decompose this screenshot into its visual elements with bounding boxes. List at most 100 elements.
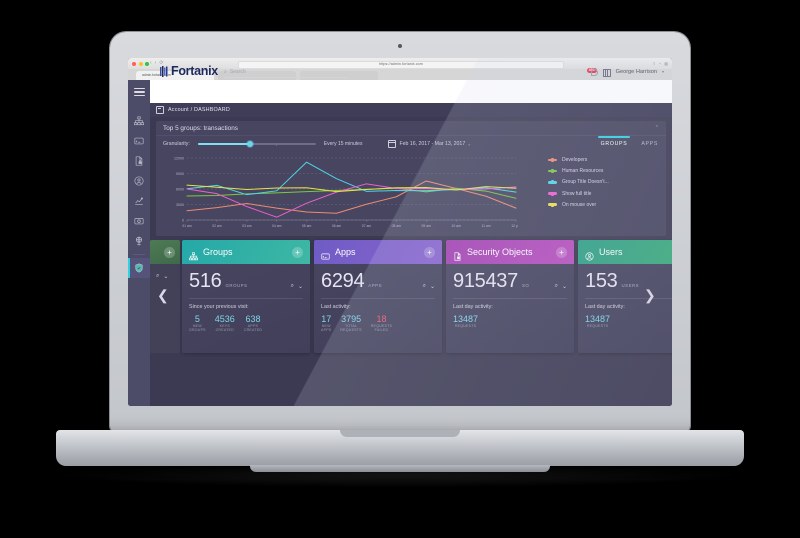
card-title: Groups [203,247,233,257]
forward-button[interactable]: › [155,61,157,66]
dashboard-card[interactable]: Apps +6294 APPS ⌕ ⌄ Last activity: 17 NEW APPS 37… [314,240,442,353]
carousel-prev-arrow[interactable]: ❮ [157,288,169,302]
svg-text:07 am: 07 am [362,224,372,228]
search-icon[interactable]: ⌕ [555,283,558,290]
card-body: 153USERS⌕⌄ Last day activity: 13487REQUEST… [578,264,672,328]
notifications-button[interactable]: 456 [586,67,598,76]
card-header: Apps + [314,240,442,264]
hamburger-icon[interactable] [134,88,145,98]
book-icon[interactable] [602,68,611,77]
chevron-down-icon[interactable]: ▾ [468,142,470,147]
svg-text:06 am: 06 am [332,224,342,228]
legend-swatch [548,180,557,184]
legend-label: Show full title [562,190,592,197]
slider-tick [275,142,277,146]
add-button[interactable]: + [292,246,303,258]
chevron-down-icon[interactable]: ⌄ [163,273,168,280]
sidebar-item-analytics[interactable] [128,191,150,211]
slider-handle[interactable] [247,141,254,147]
svg-text:05 am: 05 am [302,224,312,228]
tab-apps[interactable]: APPS [641,136,658,147]
card-count: 915437 [453,270,518,292]
card-sub-label: Last day activity: [453,304,493,310]
card-stat-label: KEYS CREATED [215,324,234,333]
panel-controls: Granularity: Every 15 minutes Feb 16, 20… [156,136,666,152]
share-icon[interactable]: ⇪ [653,61,656,66]
search-box[interactable]: ⌕ Search [224,69,348,78]
sidebar-divider [133,254,145,255]
minimize-button[interactable] [138,61,143,66]
date-range-picker[interactable]: Feb 16, 2017 - Mar 13, 2017 ▾ [388,140,470,148]
search-icon[interactable]: ⌕ [291,283,294,290]
carousel-next-arrow[interactable]: ❯ [644,288,656,302]
legend-item[interactable]: Developers [548,157,660,163]
menu-toggle[interactable] [128,80,150,103]
card-count: 6294 [321,270,365,292]
app-logo[interactable]: Fortanix [160,64,218,77]
svg-text:08 am: 08 am [392,224,402,228]
dashboard-card[interactable]: Users+ 153USERS⌕⌄ Last day activity: 13487R… [578,240,672,353]
legend-label: Group Title Doesn't... [562,179,609,186]
sidebar-item-plugins[interactable] [128,211,150,231]
address-bar[interactable]: https://admin.fortanix.com [238,60,564,69]
granularity-slider[interactable] [197,139,316,149]
legend-item[interactable]: Group Title Doesn't... [548,179,660,185]
card-body: 6294 APPS ⌕ ⌄ Last activity: 17 NEW APPS 3795 TOT… [314,264,442,333]
sidebar-item-security[interactable] [128,258,150,278]
search-icon[interactable]: ⌕ [156,273,159,280]
laptop-lid: ‹ › ⟳ https://admin.fortanix.com ⇪ + ▦ a… [110,32,690,432]
granularity-value: Every 15 minutes [323,141,363,147]
back-button[interactable]: ‹ [150,61,152,66]
add-button[interactable]: + [556,246,567,258]
chevron-up-icon[interactable]: ⌃ [655,125,659,131]
sidebar-item-apps[interactable] [128,131,150,151]
chevron-down-icon[interactable]: ⌄ [298,283,303,290]
date-range-value: Feb 16, 2017 - Mar 13, 2017 [399,141,466,147]
laptop-foot [250,465,550,472]
user-menu-label[interactable]: George Harrison [616,69,657,75]
sidebar-item-security-objects[interactable] [128,151,150,171]
card-tools[interactable]: ⌕ ⌄ [423,283,435,290]
card-tools[interactable]: ⌕ ⌄ [291,283,303,290]
legend-swatch [548,158,557,162]
sidebar-item-cluster[interactable] [128,231,150,251]
svg-text:09 am: 09 am [422,224,432,228]
card-stat: 17 NEW APPS [321,314,331,333]
chevron-down-icon[interactable]: ⌄ [562,283,567,290]
svg-text:03 am: 03 am [242,224,252,228]
add-tab-icon[interactable]: + [659,61,661,66]
dashboard-card[interactable]: Groups +516 GROUPS ⌕ ⌄ Since your previous vi… [182,240,310,353]
card-tools[interactable]: ⌕ ⌄ [555,283,567,290]
card-stat-value: 18 [376,314,387,324]
close-button[interactable] [132,61,136,66]
sidebar-item-users[interactable] [128,171,150,191]
legend-item[interactable]: Show full title [548,191,660,197]
search-icon: ⌕ [224,69,227,75]
maximize-button[interactable] [145,61,149,66]
tabs-overview-icon[interactable]: ▦ [664,61,668,66]
add-button[interactable]: + [164,246,175,258]
transactions-chart: 0 3000 6000 9000 12000 01 am 02 am 03 am 04 am 05… [163,154,521,232]
window-controls[interactable] [132,61,149,66]
legend-item[interactable]: Human Resources [548,168,660,174]
card-divider [453,298,567,299]
browser-actions[interactable]: ⇪ + ▦ [653,61,668,66]
svg-text:10 am: 10 am [451,224,461,228]
chevron-down-icon[interactable]: ▾ [662,69,664,74]
dashboard-card[interactable]: Security Objects +915437 SO ⌕ ⌄ Last day acti… [446,240,574,353]
card-stat-value: 13487 [585,314,611,324]
search-icon[interactable]: ⌕ [423,283,426,290]
add-button[interactable]: + [424,246,435,258]
tab-groups[interactable]: GROUPS [597,136,631,147]
chevron-down-icon[interactable]: ⌄ [430,283,435,290]
svg-text:12000: 12000 [174,157,184,161]
legend-item[interactable]: On mouse over [548,202,660,208]
search-input[interactable]: Search [230,69,246,75]
legend-label: Human Resources [562,168,604,175]
calendar-icon [388,140,397,148]
card-header: Groups + [182,240,310,264]
card-stat: 3795 TOTAL REQUESTS [340,314,361,333]
svg-text:12 pm: 12 pm [511,224,518,228]
granularity-label: Granularity: [163,141,190,147]
sidebar-item-groups[interactable] [128,111,150,131]
